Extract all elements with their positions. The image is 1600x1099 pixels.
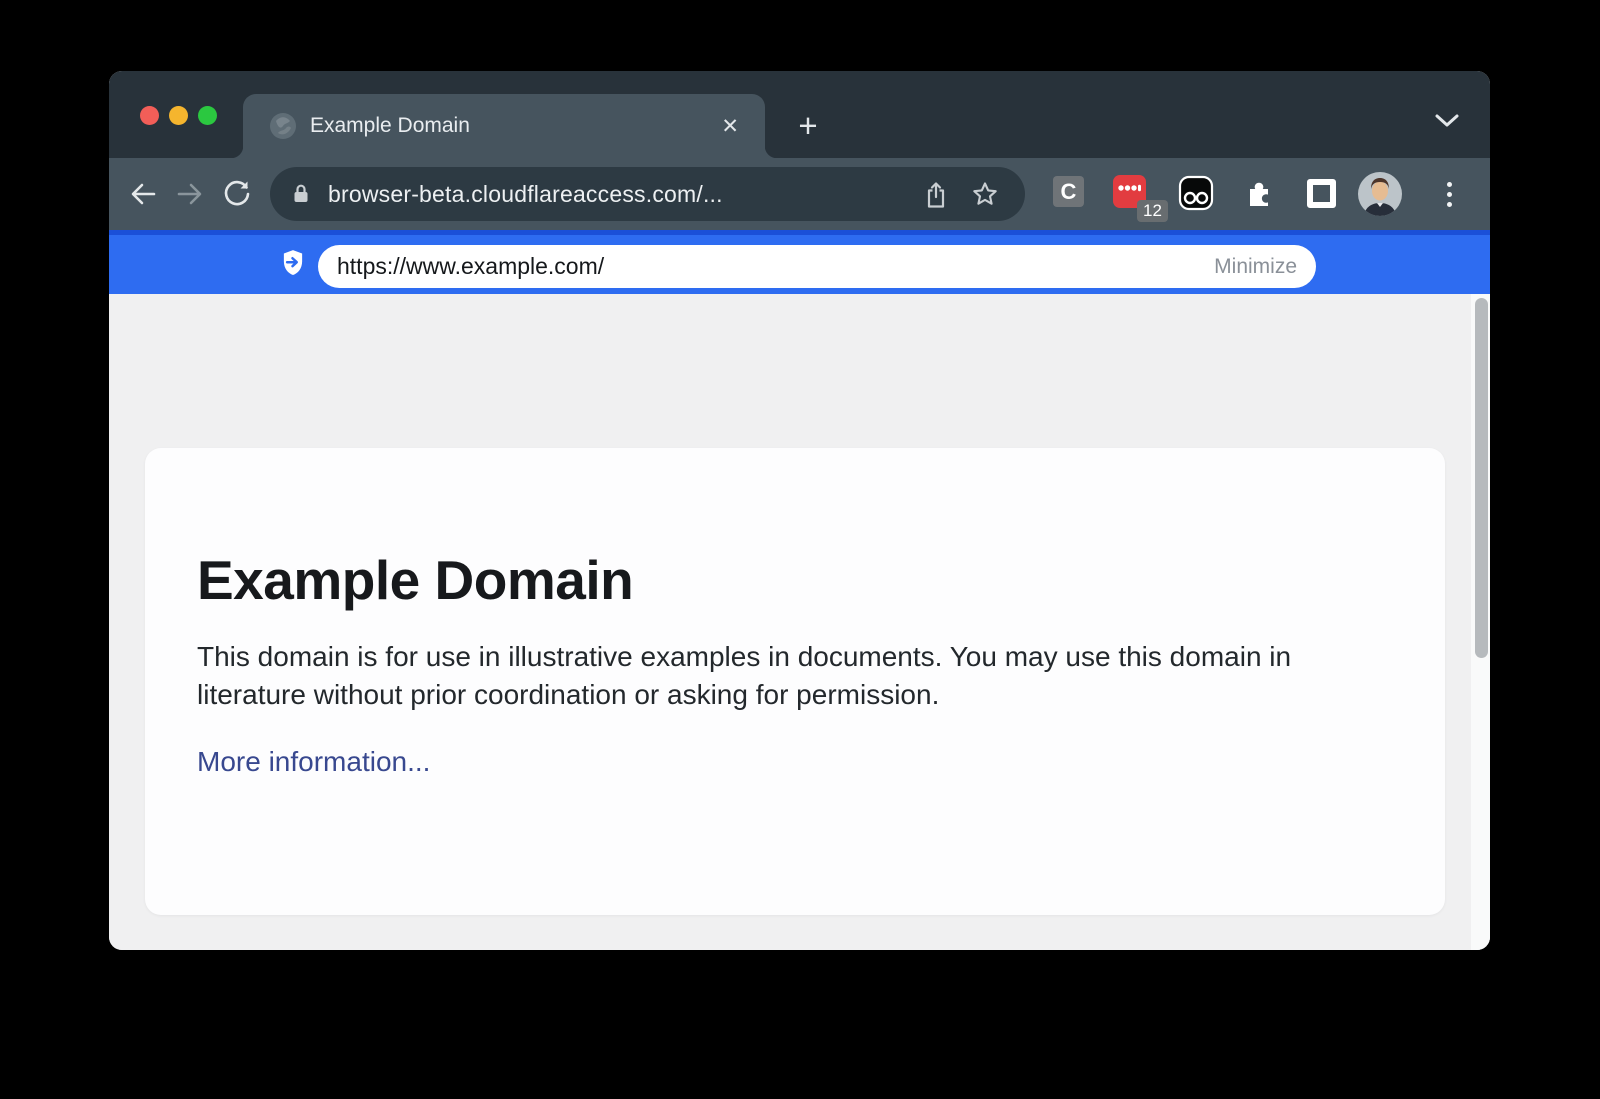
browser-menu-button[interactable]	[1442, 176, 1456, 212]
puzzle-icon	[1243, 178, 1275, 210]
scrollbar-thumb[interactable]	[1475, 298, 1488, 658]
extension-c-label: C	[1061, 179, 1077, 205]
tab-close-icon[interactable]: ✕	[721, 116, 739, 137]
isolation-url-input[interactable]: https://www.example.com/ Minimize	[318, 245, 1316, 288]
page-paragraph: This domain is for use in illustrative e…	[197, 638, 1347, 714]
back-button[interactable]	[125, 176, 161, 212]
macos-zoom-button[interactable]	[198, 106, 217, 125]
content-card: Example Domain This domain is for use in…	[145, 448, 1445, 915]
forward-arrow-icon	[175, 179, 205, 209]
browser-tab[interactable]: Example Domain ✕	[243, 94, 765, 158]
extensions-menu-button[interactable]	[1243, 178, 1275, 215]
profile-avatar[interactable]	[1358, 172, 1402, 216]
address-bar[interactable]: browser-beta.cloudflareaccess.com/...	[270, 167, 1025, 221]
reload-icon	[222, 179, 252, 209]
chevron-down-icon[interactable]	[1434, 113, 1460, 128]
avatar-photo	[1358, 172, 1402, 216]
bookmark-button[interactable]	[971, 180, 999, 208]
kebab-dot	[1447, 202, 1452, 207]
desktop-background: Example Domain ✕ +	[0, 0, 1600, 1099]
minimize-button[interactable]: Minimize	[1214, 255, 1297, 279]
forward-button[interactable]	[172, 176, 208, 212]
tab-strip: Example Domain ✕ +	[109, 71, 1490, 158]
page-viewport: Example Domain This domain is for use in…	[109, 294, 1490, 950]
more-information-link[interactable]: More information...	[197, 746, 430, 778]
star-icon	[971, 180, 999, 208]
browser-window: Example Domain ✕ +	[109, 71, 1490, 950]
isolation-url-bar: https://www.example.com/ Minimize	[109, 230, 1490, 294]
globe-favicon-icon	[269, 112, 297, 140]
extension-badge: 12	[1137, 200, 1168, 222]
macos-minimize-button[interactable]	[169, 106, 188, 125]
extension-c-button[interactable]: C	[1053, 176, 1084, 207]
two-circles-icon	[1178, 175, 1214, 211]
side-panel-button[interactable]	[1307, 179, 1336, 208]
browser-toolbar: browser-beta.cloudflareaccess.com/... C	[109, 158, 1490, 230]
address-bar-url: browser-beta.cloudflareaccess.com/...	[328, 181, 901, 208]
tab-title: Example Domain	[310, 114, 721, 138]
back-arrow-icon	[128, 179, 158, 209]
extension-circles-button[interactable]	[1178, 175, 1214, 216]
page-title: Example Domain	[197, 548, 1445, 612]
isolation-url-value: https://www.example.com/	[337, 253, 1214, 280]
new-tab-button[interactable]: +	[790, 107, 826, 143]
kebab-dot	[1447, 192, 1452, 197]
macos-close-button[interactable]	[140, 106, 159, 125]
share-icon	[923, 181, 949, 208]
reload-button[interactable]	[219, 176, 255, 212]
share-button[interactable]	[923, 181, 949, 208]
kebab-dot	[1447, 182, 1452, 187]
shield-arrow-icon	[280, 249, 306, 278]
lock-icon[interactable]	[288, 181, 314, 207]
